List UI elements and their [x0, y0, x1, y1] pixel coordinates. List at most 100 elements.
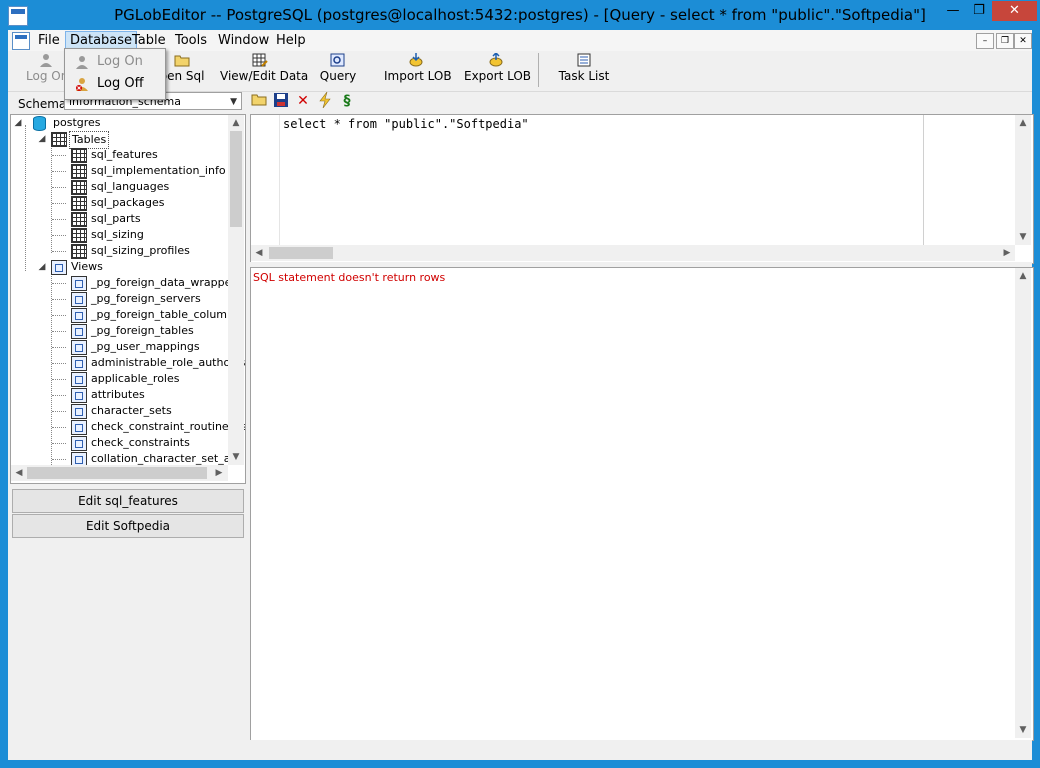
- scroll-right-icon[interactable]: ▶: [211, 465, 227, 481]
- export-lob-button[interactable]: Export LOB: [464, 51, 531, 89]
- delete-icon[interactable]: ✕: [294, 92, 312, 110]
- menu-table[interactable]: Table: [128, 32, 170, 49]
- maximize-button[interactable]: ❐: [966, 1, 992, 21]
- scroll-up-icon[interactable]: ▲: [228, 115, 244, 131]
- mdi-child-icon[interactable]: [12, 32, 30, 50]
- tree-node-views[interactable]: ◢ Views: [11, 259, 227, 275]
- tree-item-view[interactable]: _pg_foreign_table_columns: [11, 307, 240, 323]
- results-pane: SQL statement doesn't return rows ▲ ▼: [250, 267, 1034, 741]
- tree-item-table-label: sql_sizing: [91, 228, 144, 241]
- sql-editor[interactable]: select * from "public"."Softpedia" ▲ ▼ ◀…: [250, 114, 1034, 264]
- tree-horizontal-scrollbar[interactable]: ◀ ▶: [11, 465, 228, 481]
- title-bar[interactable]: PGLobEditor -- PostgreSQL (postgres@loca…: [0, 0, 1040, 30]
- tree-item-view[interactable]: _pg_foreign_servers: [11, 291, 227, 307]
- menu-window[interactable]: Window: [214, 32, 273, 49]
- database-icon: [33, 116, 46, 131]
- scroll-left-icon[interactable]: ◀: [11, 465, 27, 481]
- query-icon: [330, 53, 346, 67]
- tree-item-view[interactable]: _pg_user_mappings: [11, 339, 227, 355]
- tree-guide: [52, 155, 66, 156]
- right-margin-line: [923, 115, 924, 245]
- tree-item-view[interactable]: attributes: [11, 387, 227, 403]
- toolbar-separator: [538, 53, 539, 87]
- scrollbar-thumb[interactable]: [27, 467, 207, 479]
- import-lob-button[interactable]: Import LOB: [384, 53, 452, 89]
- tree-guide: [52, 187, 66, 188]
- menu-tools[interactable]: Tools: [171, 32, 211, 49]
- tree-item-table[interactable]: sql_sizing_profiles: [11, 243, 227, 259]
- view-icon: [71, 308, 87, 323]
- execute-icon[interactable]: [316, 91, 334, 110]
- tree-node-postgres[interactable]: ◢ postgres: [11, 115, 227, 131]
- tree-item-table[interactable]: sql_parts: [11, 211, 227, 227]
- tree-item-table-label: sql_packages: [91, 196, 165, 209]
- tree-item-table[interactable]: sql_sizing: [11, 227, 227, 243]
- tree-item-table-label: sql_implementation_info: [91, 164, 226, 177]
- table-icon: [71, 196, 87, 211]
- scroll-up-icon[interactable]: ▲: [1015, 115, 1031, 131]
- minimize-button[interactable]: —: [940, 1, 966, 21]
- schema-tree: ◢ postgres ◢ Tables sql_features sql_impl…: [10, 114, 246, 484]
- scrollbar-thumb[interactable]: [230, 131, 242, 227]
- tree-item-view[interactable]: check_constraints: [11, 435, 227, 451]
- tree-item-table[interactable]: sql_implementation_info: [11, 163, 227, 179]
- task-list-button[interactable]: Task List: [554, 53, 614, 89]
- tree-item-table[interactable]: sql_languages: [11, 179, 227, 195]
- tree-item-table[interactable]: sql_packages: [11, 195, 227, 211]
- tree-node-tables[interactable]: ◢ Tables: [11, 131, 227, 149]
- tree-item-view[interactable]: check_constraint_routine_us: [11, 419, 245, 435]
- tree-item-view-label: check_constraint_routine_us: [91, 420, 246, 433]
- tree-item-view[interactable]: character_sets: [11, 403, 227, 419]
- views-folder-icon: [51, 260, 67, 275]
- tree-item-table[interactable]: sql_features: [11, 147, 227, 163]
- open-icon[interactable]: [250, 92, 268, 110]
- scrollbar-thumb[interactable]: [269, 247, 333, 259]
- tree-item-view-label: check_constraints: [91, 436, 190, 449]
- tree-guide: [52, 379, 66, 380]
- tree-item-view-label: administrable_role_authoriza: [91, 356, 246, 369]
- view-icon: [71, 324, 87, 339]
- menu-item-log-off[interactable]: Log Off: [67, 74, 163, 94]
- query-toolbar: ✕ §: [250, 91, 370, 110]
- editor-horizontal-scrollbar[interactable]: ◀ ▶: [251, 245, 1015, 261]
- collapse-icon[interactable]: ◢: [37, 131, 47, 147]
- tree-item-view[interactable]: applicable_roles: [11, 371, 227, 387]
- view-icon: [71, 388, 87, 403]
- tree-item-view[interactable]: _pg_foreign_tables: [11, 323, 227, 339]
- menu-file[interactable]: File: [34, 32, 64, 49]
- tree-guide: [52, 315, 66, 316]
- tree-item-view-label: applicable_roles: [91, 372, 180, 385]
- results-vertical-scrollbar[interactable]: ▲ ▼: [1015, 268, 1031, 738]
- tree-item-view[interactable]: administrable_role_authoriza: [11, 355, 245, 371]
- view-icon: [71, 372, 87, 387]
- sql-text[interactable]: select * from "public"."Softpedia": [283, 117, 529, 131]
- edit-softpedia-button[interactable]: Edit Softpedia: [12, 514, 244, 538]
- log-on-button[interactable]: Log On: [26, 53, 68, 89]
- scroll-up-icon[interactable]: ▲: [1015, 268, 1031, 284]
- format-icon[interactable]: §: [338, 92, 356, 110]
- scroll-right-icon[interactable]: ▶: [999, 245, 1015, 261]
- folder-icon: [174, 53, 190, 67]
- collapse-icon[interactable]: ◢: [37, 259, 47, 275]
- mdi-close-button[interactable]: ✕: [1014, 33, 1032, 49]
- view-icon: [71, 276, 87, 291]
- save-icon[interactable]: [272, 92, 290, 110]
- close-button[interactable]: ✕: [992, 1, 1037, 21]
- mdi-minimize-button[interactable]: –: [976, 33, 994, 49]
- view-edit-data-button[interactable]: View/Edit Data: [220, 53, 308, 89]
- tree-vertical-scrollbar[interactable]: ▲ ▼: [228, 115, 244, 465]
- query-button[interactable]: Query: [314, 53, 362, 89]
- edit-sql-features-button[interactable]: Edit sql_features: [12, 489, 244, 513]
- editor-vertical-scrollbar[interactable]: ▲ ▼: [1015, 115, 1031, 245]
- scroll-down-icon[interactable]: ▼: [1015, 722, 1031, 738]
- scroll-down-icon[interactable]: ▼: [228, 449, 244, 465]
- mdi-restore-button[interactable]: ❐: [996, 33, 1014, 49]
- scroll-left-icon[interactable]: ◀: [251, 245, 267, 261]
- menu-help[interactable]: Help: [272, 32, 310, 49]
- tree-item-view[interactable]: _pg_foreign_data_wrappers: [11, 275, 242, 291]
- collapse-icon[interactable]: ◢: [13, 115, 23, 131]
- table-icon: [71, 180, 87, 195]
- menu-item-log-on[interactable]: Log On: [67, 52, 163, 72]
- task-list-icon: [576, 53, 592, 67]
- scroll-down-icon[interactable]: ▼: [1015, 229, 1031, 245]
